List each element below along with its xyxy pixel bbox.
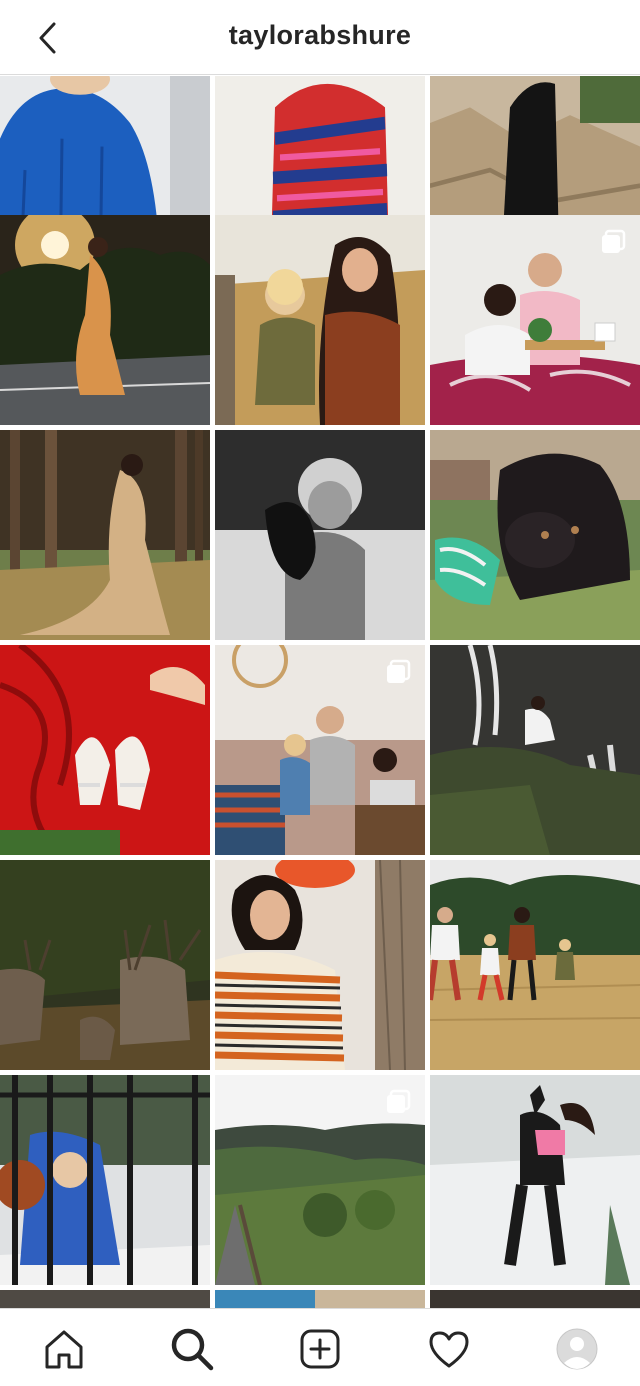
grid-tile[interactable] [430,860,640,1070]
nav-home-button[interactable] [40,1325,88,1373]
photo-partial-row-3 [430,1290,640,1308]
grid-tile[interactable] [0,215,210,425]
grid-tile[interactable] [0,1290,210,1308]
photo-sunset-dress-road [0,215,210,425]
multiple-photos-icon [602,229,626,253]
grid-tile[interactable] [215,430,425,640]
grid-tile[interactable] [430,430,640,640]
nav-activity-button[interactable] [425,1325,473,1373]
nav-new-post-button[interactable] [296,1325,344,1373]
grid-tile[interactable] [430,645,640,855]
grid-tile[interactable] [0,860,210,1070]
search-icon [171,1328,214,1371]
grid-tile[interactable] [0,430,210,640]
bottom-nav [0,1308,640,1386]
photo-family-running-field [430,860,640,1070]
grid-tile[interactable] [0,1075,210,1285]
photo-striped-shirt-woman [215,860,425,1070]
photo-partial-row-1 [0,1290,210,1308]
photo-deer-in-woods [0,860,210,1070]
photo-woman-at-waterfall [430,645,640,855]
grid-tile[interactable] [215,1075,425,1285]
nav-search-button[interactable] [168,1325,216,1373]
multiple-photos-icon [387,659,411,683]
grid-tile[interactable] [430,1290,640,1308]
page-title: taylorabshure [228,20,412,50]
grid-tile[interactable] [215,1290,425,1308]
photo-forest-gown [0,430,210,640]
photo-grid [0,76,640,1308]
photo-partial-row-2 [215,1290,425,1308]
photo-child-at-fence [0,1075,210,1285]
photo-red-dress-heels [0,645,210,855]
photo-woman-in-snow [430,1075,640,1285]
multiple-photos-icon [387,1089,411,1113]
grid-tile[interactable] [215,215,425,425]
grid-tile[interactable] [430,215,640,425]
grid-tile[interactable] [215,645,425,855]
grid-tile[interactable] [0,645,210,855]
nav-profile-button[interactable] [553,1325,601,1373]
new-post-icon [300,1329,340,1369]
home-icon [45,1330,83,1369]
top-bar: taylorabshure [0,0,640,75]
profile-avatar-icon [556,1328,598,1370]
photo-mother-and-son-laughing [215,215,425,425]
grid-tile[interactable] [215,860,425,1070]
photo-black-puppy-grass [430,430,640,640]
heart-icon [429,1331,469,1368]
photo-child-with-puppy-bw [215,430,425,640]
grid-tile[interactable] [430,1075,640,1285]
